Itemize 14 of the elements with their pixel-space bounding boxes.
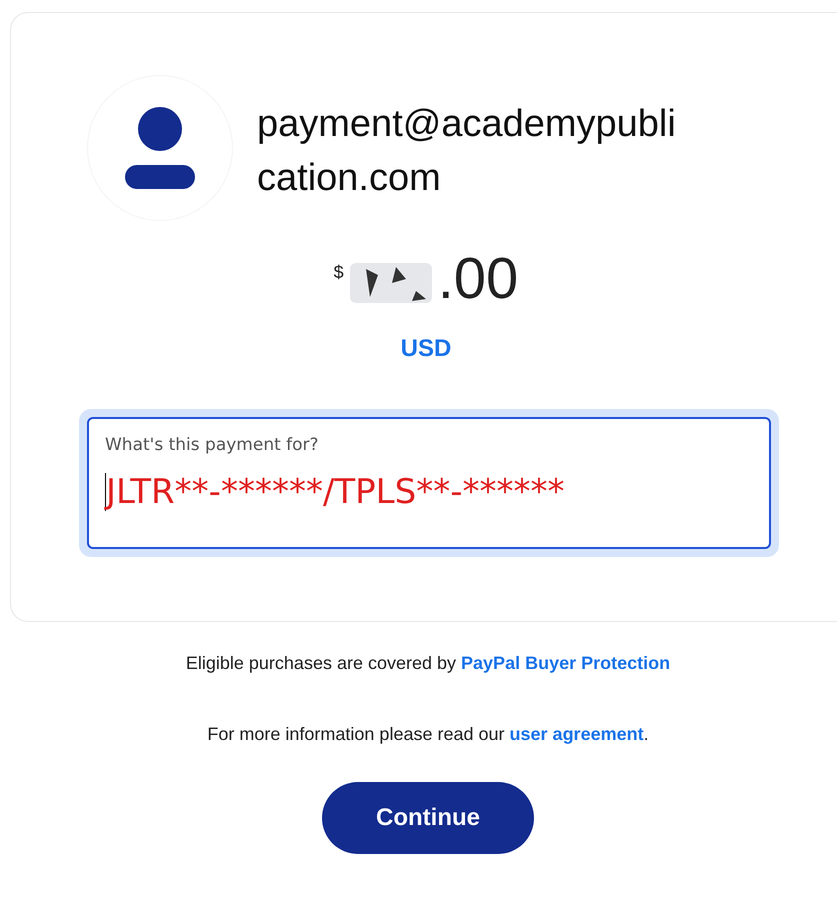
recipient-email: payment@academypublication.com: [257, 102, 677, 201]
amount-value: .00: [438, 249, 518, 309]
text-cursor: [105, 473, 106, 511]
person-icon: [125, 107, 195, 189]
field-label: What's this payment for?: [105, 434, 320, 457]
currency-symbol: $: [334, 261, 344, 284]
user-agreement-link[interactable]: user agreement: [510, 724, 644, 744]
buyer-protection-link[interactable]: PayPal Buyer Protection: [461, 653, 670, 673]
continue-button[interactable]: Continue: [322, 782, 534, 854]
agreement-text: For more information please read our user agreement.: [207, 723, 649, 746]
payment-note-field[interactable]: What's this payment for? JLTR**-******/TPLS**-******: [87, 417, 771, 549]
buyer-protection-text: Eligible purchases are covered by PayPal Buyer Protection: [186, 652, 670, 675]
currency-code: USD: [400, 334, 452, 364]
field-value: JLTR**-******/TPLS**-******: [106, 470, 564, 514]
